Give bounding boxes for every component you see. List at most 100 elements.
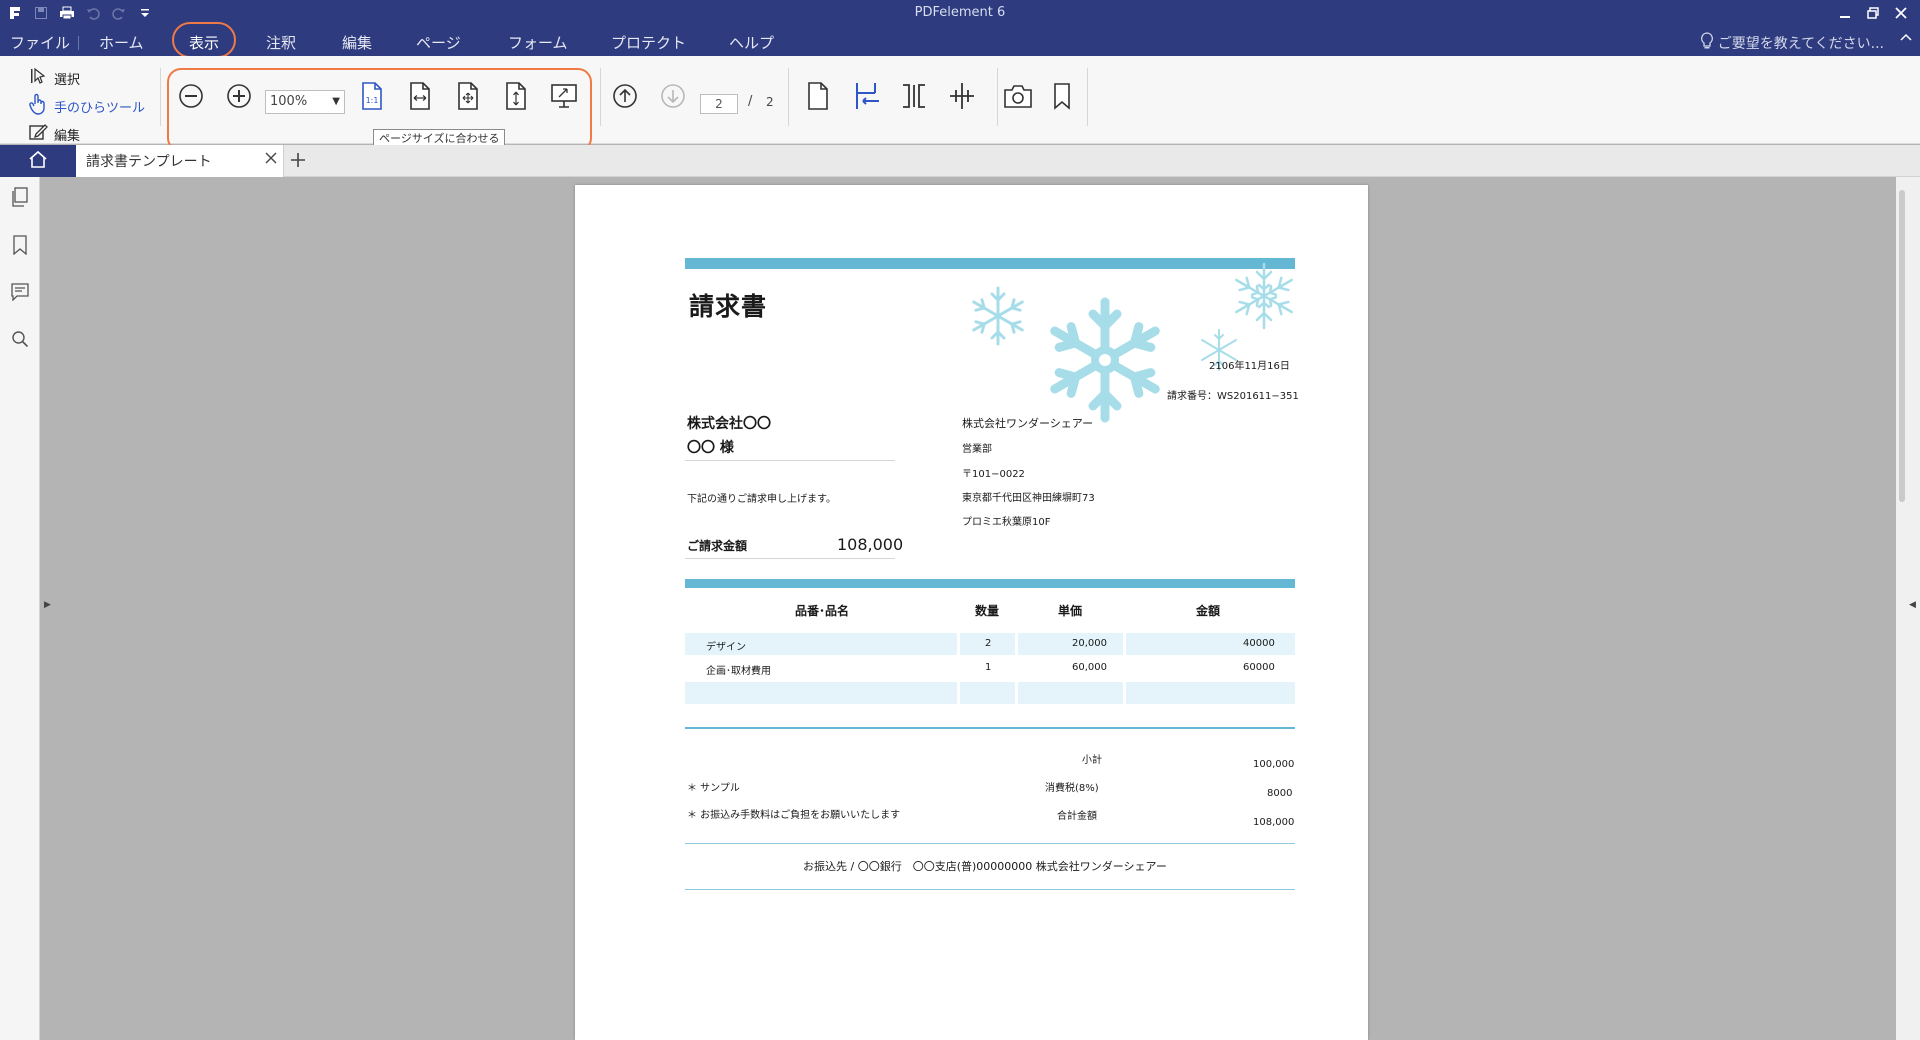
- feedback-search[interactable]: ご要望を教えてください...: [1700, 32, 1884, 54]
- totals-divider: [685, 727, 1295, 729]
- menu-annotate[interactable]: 注釈: [266, 32, 296, 53]
- menu-home[interactable]: ホーム: [99, 32, 144, 53]
- single-page-view-button[interactable]: [803, 81, 833, 115]
- invoice-number: 請求番号：WS201611−351: [1167, 391, 1299, 402]
- invoice-date: 2106年11月16日: [1209, 361, 1290, 372]
- scrollbar-thumb[interactable]: [1899, 190, 1905, 502]
- close-icon[interactable]: [1890, 2, 1912, 24]
- expand-right-panel-icon[interactable]: ◀: [1909, 600, 1916, 610]
- tax-value: 8000: [1267, 788, 1293, 799]
- table-header-quantity: 数量: [975, 604, 1000, 618]
- table-cell-bg: [1018, 633, 1123, 655]
- tax-label: 消費税(8%): [1045, 783, 1099, 794]
- camera-icon: [1003, 83, 1033, 113]
- arrow-up-circle-icon: [612, 83, 638, 113]
- invoice-intro: 下記の通りご請求申し上げます。: [687, 494, 836, 505]
- collapse-ribbon-icon[interactable]: [1900, 30, 1912, 46]
- menu-form[interactable]: フォーム: [508, 32, 568, 53]
- two-page-icon: [901, 81, 927, 115]
- restore-icon[interactable]: [1862, 2, 1884, 24]
- menu-separator: [78, 36, 79, 50]
- split-view-icon: [948, 81, 976, 115]
- hand-icon: [28, 93, 48, 119]
- menu-page[interactable]: ページ: [416, 32, 461, 53]
- customer-company: 株式会社〇〇: [687, 416, 771, 432]
- snowflake-icon: [1235, 262, 1293, 330]
- document-tab-bar: 請求書テンプレート: [0, 145, 1920, 177]
- table-row-amount: 40000: [1243, 638, 1275, 649]
- snowflake-icon: [1050, 297, 1160, 423]
- feedback-search-text: ご要望を教えてください...: [1717, 36, 1884, 52]
- current-page-input[interactable]: 2: [700, 94, 738, 114]
- bookmark-button[interactable]: [1047, 83, 1077, 113]
- previous-page-button[interactable]: [610, 83, 640, 113]
- single-page-icon: [806, 81, 830, 115]
- table-row-quantity: 1: [985, 662, 992, 673]
- select-tool[interactable]: 選択: [28, 64, 145, 92]
- snapshot-button[interactable]: [1003, 83, 1033, 113]
- select-tool-label: 選択: [54, 72, 81, 88]
- table-cell-bg: [960, 682, 1015, 704]
- home-tab[interactable]: [0, 145, 76, 177]
- total-label: 合計金額: [1057, 811, 1097, 822]
- sender-department: 営業部: [962, 444, 992, 455]
- table-row-item: デザイン: [706, 642, 746, 653]
- split-view-button[interactable]: [947, 83, 977, 113]
- menu-protect[interactable]: プロテクト: [611, 32, 686, 53]
- close-tab-icon[interactable]: [265, 152, 277, 168]
- total-value: 108,000: [1253, 817, 1295, 828]
- hand-tool[interactable]: 手のひらツール: [28, 92, 145, 120]
- table-row-unit-price: 60,000: [1072, 662, 1107, 673]
- continuous-view-button[interactable]: [851, 83, 881, 113]
- sender-address: 東京都千代田区神田練塀町73: [962, 493, 1095, 504]
- menu-bar: ファイル ホーム 表示 注釈 編集 ページ フォーム プロテクト ヘルプ ご要望…: [0, 28, 1920, 56]
- sender-company: 株式会社ワンダーシェアー: [962, 417, 1094, 430]
- hand-tool-label: 手のひらツール: [54, 100, 146, 116]
- search-icon[interactable]: [10, 329, 30, 349]
- new-tab-icon[interactable]: [290, 149, 306, 173]
- continuous-view-icon: [853, 81, 879, 115]
- table-accent-bar: [685, 579, 1295, 588]
- left-side-panel: [0, 177, 40, 1040]
- subtotal-label: 小計: [1082, 755, 1102, 766]
- table-cell-bg: [1126, 682, 1295, 704]
- table-row-quantity: 2: [985, 638, 992, 649]
- table-row-unit-price: 20,000: [1072, 638, 1107, 649]
- toolbar-divider: [788, 68, 789, 126]
- two-page-view-button[interactable]: [899, 83, 929, 113]
- next-page-button[interactable]: [658, 83, 688, 113]
- menu-edit[interactable]: 編集: [342, 32, 372, 53]
- page-separator: /: [748, 94, 753, 109]
- menu-file[interactable]: ファイル: [10, 32, 70, 53]
- expand-left-panel-icon[interactable]: ▶: [44, 600, 51, 610]
- view-tab-highlight: [172, 22, 236, 58]
- header-accent-bar: [685, 258, 1295, 269]
- table-header-unit-price: 単価: [1058, 604, 1083, 618]
- toolbar-divider: [160, 68, 161, 126]
- edit-icon: [28, 122, 48, 146]
- document-tab[interactable]: 請求書テンプレート: [76, 145, 284, 177]
- note-sample: ＊ サンプル: [687, 783, 740, 794]
- toolbar-divider: [997, 68, 998, 126]
- bookmark-icon: [1052, 82, 1072, 114]
- cursor-icon: [28, 66, 48, 90]
- comment-icon[interactable]: [10, 282, 30, 302]
- pdf-page[interactable]: 請求書 2106年11月16日 請求番号：WS201611−351 株式会社〇〇…: [575, 185, 1368, 1040]
- toolbar-divider: [1087, 68, 1088, 126]
- menu-help[interactable]: ヘルプ: [729, 32, 774, 53]
- table-header-item: 品番･品名: [795, 604, 850, 618]
- sender-postal: 〒101−0022: [962, 469, 1025, 480]
- window-controls: [1834, 2, 1912, 24]
- total-pages: 2: [766, 95, 774, 109]
- minimize-icon[interactable]: [1834, 2, 1856, 24]
- arrow-down-circle-icon: [660, 83, 686, 113]
- title-bar: PDFelement 6: [0, 0, 1920, 28]
- amount-label: ご請求金額: [687, 539, 748, 553]
- thumbnails-icon[interactable]: [10, 187, 30, 207]
- home-icon: [28, 150, 48, 172]
- note-transfer-fee: ＊ お振込み手数料はご負担をお願いいたします: [687, 810, 901, 821]
- edit-tool[interactable]: 編集: [28, 120, 145, 148]
- amount-underline: [685, 558, 895, 559]
- customer-underline: [685, 460, 895, 461]
- bookmark-panel-icon[interactable]: [10, 235, 30, 255]
